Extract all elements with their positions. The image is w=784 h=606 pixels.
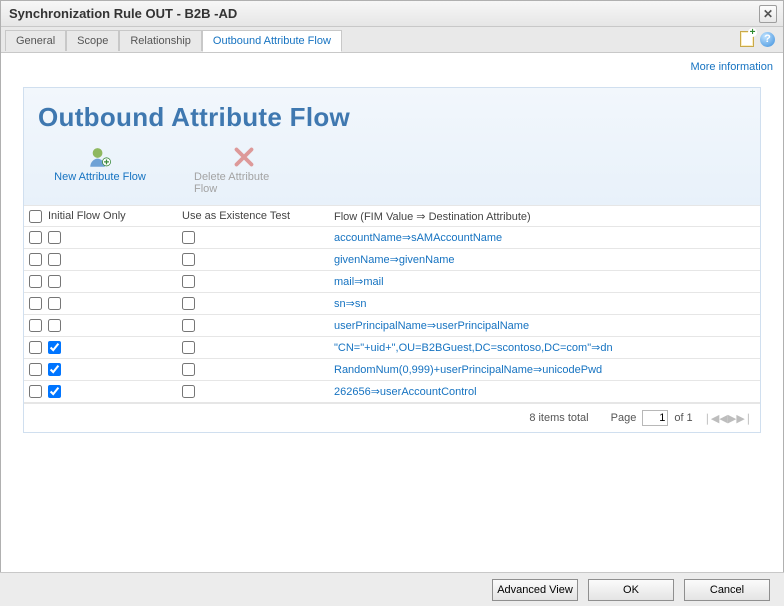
table-row[interactable]: mail⇒mail (24, 271, 760, 293)
existence-test-checkbox[interactable] (182, 231, 195, 244)
pager-nav: ❘◀ ◀ ▶ ▶❘ (703, 412, 752, 425)
tab-relationship[interactable]: Relationship (119, 30, 202, 51)
page-label: Page (611, 412, 637, 424)
table-row[interactable]: userPrincipalName⇒userPrincipalName (24, 315, 760, 337)
row-select-checkbox[interactable] (29, 275, 42, 288)
row-select-checkbox[interactable] (29, 385, 42, 398)
grid-header: Initial Flow Only Use as Existence Test … (24, 205, 760, 227)
row-select-checkbox[interactable] (29, 341, 42, 354)
titlebar: Synchronization Rule OUT - B2B -AD ✕ (1, 1, 783, 27)
more-information-link[interactable]: More information (690, 61, 773, 73)
row-select-checkbox[interactable] (29, 319, 42, 332)
flow-expression[interactable]: "CN="+uid+",OU=B2BGuest,DC=scontoso,DC=c… (332, 341, 760, 354)
delete-attribute-flow-label: Delete Attribute Flow (194, 171, 294, 195)
tab-scope[interactable]: Scope (66, 30, 119, 51)
ok-button[interactable]: OK (588, 579, 674, 601)
existence-test-checkbox[interactable] (182, 385, 195, 398)
flow-expression[interactable]: RandomNum(0,999)+userPrincipalName⇒unico… (332, 363, 760, 376)
panel: Outbound Attribute Flow New Attribute Fl… (23, 87, 761, 433)
existence-test-checkbox[interactable] (182, 319, 195, 332)
new-attribute-flow-button[interactable]: New Attribute Flow (50, 143, 150, 195)
last-page-icon[interactable]: ▶❘ (736, 412, 752, 425)
initial-flow-checkbox[interactable] (48, 319, 61, 332)
flow-expression[interactable]: sn⇒sn (332, 297, 760, 310)
advanced-view-button[interactable]: Advanced View (492, 579, 578, 601)
panel-title: Outbound Attribute Flow (38, 102, 746, 133)
existence-test-checkbox[interactable] (182, 275, 195, 288)
existence-test-checkbox[interactable] (182, 253, 195, 266)
help-icon[interactable]: ? (760, 32, 775, 47)
attribute-flow-grid: Initial Flow Only Use as Existence Test … (24, 205, 760, 403)
tab-outbound-attribute-flow[interactable]: Outbound Attribute Flow (202, 30, 342, 52)
flow-expression[interactable]: givenName⇒givenName (332, 253, 760, 266)
select-all-checkbox[interactable] (29, 210, 42, 223)
cancel-button[interactable]: Cancel (684, 579, 770, 601)
header-flow[interactable]: Flow (FIM Value ⇒ Destination Attribute) (332, 210, 760, 223)
panel-header: Outbound Attribute Flow New Attribute Fl… (24, 88, 760, 205)
grid-body: accountName⇒sAMAccountName givenName⇒give… (24, 227, 760, 403)
next-page-icon[interactable]: ▶ (728, 412, 735, 425)
new-attribute-flow-label: New Attribute Flow (54, 171, 146, 183)
first-page-icon[interactable]: ❘◀ (703, 412, 719, 425)
initial-flow-checkbox[interactable] (48, 385, 61, 398)
initial-flow-checkbox[interactable] (48, 341, 61, 354)
table-row[interactable]: sn⇒sn (24, 293, 760, 315)
row-select-checkbox[interactable] (29, 363, 42, 376)
flow-expression[interactable]: 262656⇒userAccountControl (332, 385, 760, 398)
initial-flow-checkbox[interactable] (48, 231, 61, 244)
prev-page-icon[interactable]: ◀ (719, 412, 726, 425)
tabstrip-tools: ? (740, 31, 775, 47)
initial-flow-checkbox[interactable] (48, 297, 61, 310)
action-row: New Attribute Flow Delete Attribute Flow (38, 133, 746, 195)
flow-expression[interactable]: userPrincipalName⇒userPrincipalName (332, 319, 760, 332)
delete-x-icon (230, 143, 258, 171)
row-select-checkbox[interactable] (29, 297, 42, 310)
initial-flow-checkbox[interactable] (48, 363, 61, 376)
table-row[interactable]: 262656⇒userAccountControl (24, 381, 760, 403)
page-of-label: of 1 (674, 412, 692, 424)
items-total-label: 8 items total (529, 412, 588, 424)
initial-flow-checkbox[interactable] (48, 253, 61, 266)
table-row[interactable]: RandomNum(0,999)+userPrincipalName⇒unico… (24, 359, 760, 381)
flow-expression[interactable]: mail⇒mail (332, 275, 760, 288)
page-number-input[interactable] (642, 410, 668, 426)
user-add-icon (86, 143, 114, 171)
table-row[interactable]: "CN="+uid+",OU=B2BGuest,DC=scontoso,DC=c… (24, 337, 760, 359)
initial-flow-checkbox[interactable] (48, 275, 61, 288)
existence-test-checkbox[interactable] (182, 341, 195, 354)
table-row[interactable]: givenName⇒givenName (24, 249, 760, 271)
new-note-icon[interactable] (740, 31, 754, 47)
tabstrip: General Scope Relationship Outbound Attr… (1, 27, 783, 53)
header-existence-test[interactable]: Use as Existence Test (180, 210, 332, 222)
button-bar: Advanced View OK Cancel (0, 572, 784, 606)
pager: 8 items total Page of 1 ❘◀ ◀ ▶ ▶❘ (24, 403, 760, 432)
tab-general[interactable]: General (5, 30, 66, 51)
more-info-row: More information (1, 53, 783, 87)
row-select-checkbox[interactable] (29, 231, 42, 244)
header-initial-flow[interactable]: Initial Flow Only (46, 210, 180, 222)
delete-attribute-flow-button: Delete Attribute Flow (194, 143, 294, 195)
table-row[interactable]: accountName⇒sAMAccountName (24, 227, 760, 249)
existence-test-checkbox[interactable] (182, 363, 195, 376)
close-button[interactable]: ✕ (759, 5, 777, 23)
window-title: Synchronization Rule OUT - B2B -AD (9, 6, 237, 21)
row-select-checkbox[interactable] (29, 253, 42, 266)
flow-expression[interactable]: accountName⇒sAMAccountName (332, 231, 760, 244)
existence-test-checkbox[interactable] (182, 297, 195, 310)
